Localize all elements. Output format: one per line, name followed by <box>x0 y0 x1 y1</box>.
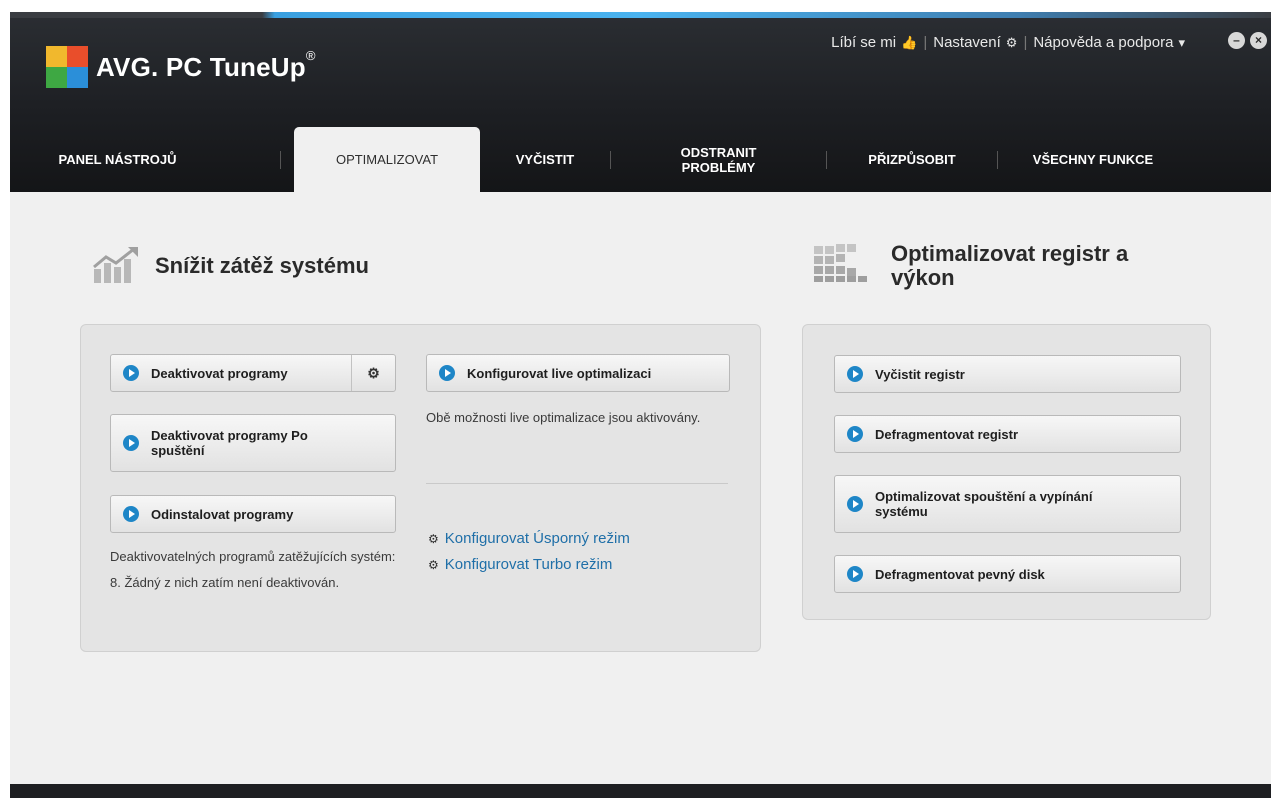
top-accent-bar <box>10 12 1271 18</box>
clean-registry-button[interactable]: Vyčistit registr <box>834 355 1181 393</box>
settings-link[interactable]: Nastavení ⚙ <box>933 34 1017 51</box>
tab-vycistit[interactable]: VYČISTIT <box>480 127 610 192</box>
header: AVG. PC TuneUp® Líbí se mi 👍 | Nastavení ⚙… <box>10 12 1271 192</box>
tab-panel-nastroju[interactable]: PANEL NÁSTROJŮ <box>10 127 225 192</box>
separator: | <box>923 34 928 51</box>
app-title: AVG. PC TuneUp® <box>96 47 316 82</box>
configure-live-optimization-button[interactable]: Konfigurovat live optimalizaci <box>426 354 730 392</box>
chevron-down-icon: ▾ <box>1178 35 1185 50</box>
like-link[interactable]: Líbí se mi 👍 <box>831 34 917 51</box>
tab-separator <box>280 150 281 169</box>
help-link[interactable]: Nápověda a podpora ▾ <box>1033 34 1185 51</box>
deactivate-startup-programs-button[interactable]: Deaktivovat programy Po spuštění <box>110 414 396 472</box>
section-title-optimize-registry: Optimalizovat registr a výkon <box>891 241 1129 290</box>
registry-blocks-icon <box>814 244 870 289</box>
play-icon <box>123 506 139 522</box>
play-icon <box>123 435 139 451</box>
turbo-mode-link[interactable]: ⚙ Konfigurovat Turbo režim <box>428 556 612 573</box>
tab-vsechny-funkce[interactable]: VŠECHNY FUNKCE <box>998 127 1188 192</box>
play-icon <box>123 365 139 381</box>
play-icon <box>847 496 863 512</box>
tab-prizpusobit[interactable]: PŘIZPŮSOBIT <box>827 127 997 192</box>
gear-icon: ⚙ <box>428 557 439 572</box>
defrag-registry-button[interactable]: Defragmentovat registr <box>834 415 1181 453</box>
gear-icon[interactable]: ⚙ <box>351 355 395 391</box>
chart-growth-icon <box>92 245 144 290</box>
play-icon <box>847 426 863 442</box>
avg-logo-icon <box>46 46 88 88</box>
deactivatable-programs-status: Deaktivovatelných programů zatěžujících … <box>110 549 396 590</box>
tab-optimalizovat[interactable]: OPTIMALIZOVAT <box>294 127 480 192</box>
app-logo: AVG. PC TuneUp® <box>46 46 316 88</box>
optimize-startup-shutdown-button[interactable]: Optimalizovat spouštění a vypínání systé… <box>834 475 1181 533</box>
close-button[interactable]: × <box>1250 32 1267 49</box>
play-icon <box>847 366 863 382</box>
thumbs-up-icon: 👍 <box>901 35 918 50</box>
live-optimization-status: Obě možnosti live optimalizace jsou akti… <box>426 410 701 425</box>
section-title-reduce-load: Snížit zátěž systému <box>155 253 369 278</box>
tab-odstranit-problemy[interactable]: ODSTRANIT PROBLÉMY <box>611 127 826 192</box>
defrag-disk-button[interactable]: Defragmentovat pevný disk <box>834 555 1181 593</box>
deactivate-programs-button[interactable]: Deaktivovat programy ⚙ <box>110 354 396 392</box>
play-icon <box>439 365 455 381</box>
economy-mode-link[interactable]: ⚙ Konfigurovat Úsporný režim <box>428 530 630 547</box>
main-nav: PANEL NÁSTROJŮ OPTIMALIZOVAT VYČISTIT OD… <box>10 127 1271 192</box>
app-window: AVG. PC TuneUp® Líbí se mi 👍 | Nastavení ⚙… <box>10 12 1271 798</box>
divider <box>426 483 728 484</box>
top-links: Líbí se mi 👍 | Nastavení ⚙ | Nápověda a po… <box>831 34 1185 51</box>
play-icon <box>847 566 863 582</box>
uninstall-programs-button[interactable]: Odinstalovat programy <box>110 495 396 533</box>
bottom-bar <box>10 784 1271 798</box>
gear-icon: ⚙ <box>1005 35 1018 50</box>
minimize-button[interactable]: – <box>1228 32 1245 49</box>
gear-icon: ⚙ <box>428 531 439 546</box>
separator: | <box>1023 34 1028 51</box>
